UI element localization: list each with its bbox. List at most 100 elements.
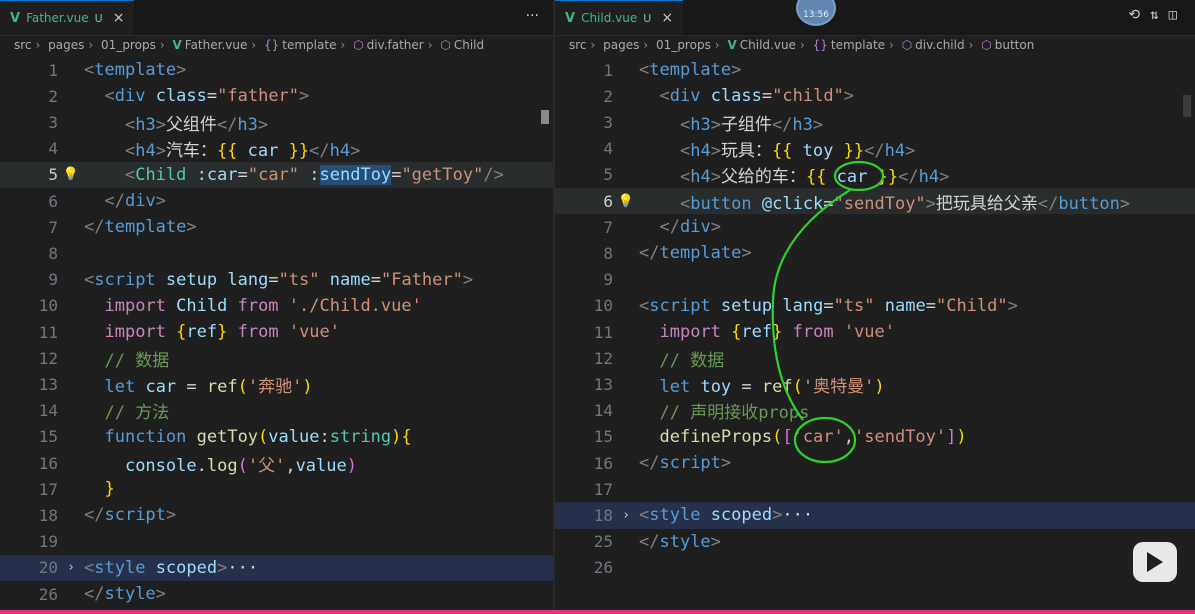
- code-line[interactable]: 10 <script setup lang="ts" name="Child">: [555, 293, 1195, 319]
- code-line[interactable]: 16 </script>: [555, 450, 1195, 476]
- breadcrumb-item[interactable]: Father.vue: [185, 38, 248, 52]
- code-line[interactable]: 19: [0, 529, 553, 555]
- scrollbar-thumb[interactable]: [1183, 95, 1191, 117]
- code-line[interactable]: 26: [555, 555, 1195, 581]
- code-line[interactable]: 1 <template>: [555, 57, 1195, 83]
- code-line-active[interactable]: 5 💡 <Child :car="car" :sendToy="getToy"/>: [0, 161, 553, 188]
- code-token: =: [186, 376, 197, 397]
- line-number: 2: [48, 86, 58, 106]
- breadcrumb-item[interactable]: Child.vue: [740, 38, 796, 52]
- code-token: >: [165, 505, 177, 526]
- breadcrumb-item[interactable]: div.child: [915, 38, 964, 52]
- line-number: 7: [48, 217, 58, 237]
- code-line[interactable]: 11 import {ref} from 'vue': [555, 319, 1195, 345]
- code-line-folded[interactable]: 18 › <style scoped>···: [555, 502, 1195, 529]
- code-line[interactable]: 17 }: [0, 476, 553, 502]
- code-line[interactable]: 12 // 数据: [0, 345, 553, 371]
- code-line-folded[interactable]: 20 › <style scoped>···: [0, 554, 553, 581]
- code-token: ]: [946, 426, 957, 447]
- breadcrumb-item[interactable]: 01_props: [101, 38, 156, 52]
- code-line[interactable]: 16 console.log('父',value): [0, 450, 553, 476]
- code-line[interactable]: 5 <h4>父给的车：{{ car }}</h4>: [555, 162, 1195, 188]
- code-token: >: [462, 269, 474, 290]
- code-token: template: [649, 60, 732, 81]
- code-line[interactable]: 1 <template>: [0, 57, 553, 83]
- more-actions-icon[interactable]: ···: [526, 8, 539, 24]
- code-line[interactable]: 18 </script>: [0, 502, 553, 528]
- folded-ellipsis[interactable]: ···: [782, 505, 813, 525]
- selected-text: sendToy: [319, 164, 392, 185]
- tab-child-vue[interactable]: V Child.vue U ×: [555, 0, 684, 35]
- code-token: import: [104, 295, 166, 316]
- code-line[interactable]: 3 <h3>子组件</h3>: [555, 109, 1195, 135]
- breadcrumb-item[interactable]: 01_props: [656, 38, 711, 52]
- history-icon[interactable]: ⟲: [1128, 7, 1140, 23]
- scrollbar-thumb[interactable]: [541, 110, 549, 124]
- code-token: </: [309, 141, 330, 162]
- lightbulb-icon[interactable]: 💡: [618, 194, 634, 209]
- breadcrumb-item[interactable]: Child: [454, 38, 484, 52]
- tab-father-vue[interactable]: V Father.vue U ×: [0, 0, 135, 35]
- compare-changes-icon[interactable]: ⇅: [1150, 7, 1158, 23]
- code-line[interactable]: 9: [555, 267, 1195, 293]
- code-token: }: [217, 322, 228, 343]
- code-line[interactable]: 13 let car = ref('奔驰'): [0, 371, 553, 397]
- code-line[interactable]: 8 </template>: [555, 240, 1195, 266]
- close-icon[interactable]: ×: [113, 10, 125, 26]
- code-line[interactable]: 7 </div>: [555, 214, 1195, 240]
- code-line[interactable]: 25 </style>: [555, 529, 1195, 555]
- code-line[interactable]: 17: [555, 476, 1195, 502]
- lightbulb-icon[interactable]: 💡: [63, 167, 79, 182]
- code-token: <: [679, 114, 691, 135]
- code-line[interactable]: 15 defineProps(['car','sendToy']): [555, 424, 1195, 450]
- breadcrumb-item[interactable]: button: [995, 38, 1035, 52]
- code-token: h3: [237, 114, 258, 135]
- code-line[interactable]: 2 <div class="child">: [555, 83, 1195, 109]
- code-line[interactable]: 8: [0, 240, 553, 266]
- line-number: 25: [593, 532, 613, 552]
- chevron-right-icon[interactable]: ›: [622, 508, 630, 523]
- code-line[interactable]: 11 import {ref} from 'vue': [0, 319, 553, 345]
- code-line[interactable]: 14 // 声明接收props: [555, 398, 1195, 424]
- code-line[interactable]: 26 </style>: [0, 581, 553, 607]
- breadcrumb-item[interactable]: div.father: [367, 38, 424, 52]
- code-line-active[interactable]: 6 💡 <button @click="sendToy">把玩具给父亲</butt…: [555, 188, 1195, 215]
- video-play-icon[interactable]: [1133, 542, 1177, 582]
- code-token: "ts": [833, 295, 875, 316]
- code-token: "getToy": [401, 164, 484, 185]
- code-line[interactable]: 10 import Child from './Child.vue': [0, 293, 553, 319]
- code-token: {: [176, 322, 187, 343]
- code-token: "ts": [278, 269, 320, 290]
- breadcrumb-item[interactable]: pages: [48, 38, 84, 52]
- breadcrumb: src › pages › 01_props › V Father.vue › {} tem…: [14, 38, 485, 52]
- breadcrumb-item[interactable]: template: [282, 38, 336, 52]
- breadcrumb-item[interactable]: src: [14, 38, 32, 52]
- line-number: 8: [48, 243, 58, 263]
- breadcrumb-item[interactable]: pages: [603, 38, 639, 52]
- code-line[interactable]: 9 <script setup lang="ts" name="Father">: [0, 267, 553, 293]
- code-token: <: [639, 60, 650, 81]
- code-token: ): [391, 426, 402, 447]
- code-line[interactable]: 4 <h4>汽车：{{ car }}</h4>: [0, 136, 553, 162]
- avatar: 13:56: [796, 0, 836, 26]
- folded-ellipsis[interactable]: ···: [227, 558, 258, 578]
- code-line[interactable]: 4 <h4>玩具：{{ toy }}</h4>: [555, 136, 1195, 162]
- code-line[interactable]: 3 <h3>父组件</h3>: [0, 109, 553, 135]
- code-line[interactable]: 15 function getToy(value:string){: [0, 424, 553, 450]
- code-token: @click: [761, 193, 824, 214]
- code-line[interactable]: 13 let toy = ref('奥特曼'): [555, 371, 1195, 397]
- code-token: script: [649, 295, 711, 316]
- code-line[interactable]: 6 </div>: [0, 188, 553, 214]
- code-line[interactable]: 7 </template>: [0, 214, 553, 240]
- code-line[interactable]: 12 // 数据: [555, 345, 1195, 371]
- code-line[interactable]: 14 // 方法: [0, 398, 553, 424]
- split-editor-icon[interactable]: ◫: [1169, 7, 1177, 23]
- close-icon[interactable]: ×: [661, 10, 673, 26]
- chevron-right-icon[interactable]: ›: [67, 560, 75, 575]
- code-token: h4: [918, 167, 940, 188]
- code-token: setup: [720, 295, 773, 316]
- code-token: scoped: [710, 505, 773, 526]
- breadcrumb-item[interactable]: src: [569, 38, 587, 52]
- breadcrumb-item[interactable]: template: [831, 38, 885, 52]
- code-line[interactable]: 2 <div class="father">: [0, 83, 553, 109]
